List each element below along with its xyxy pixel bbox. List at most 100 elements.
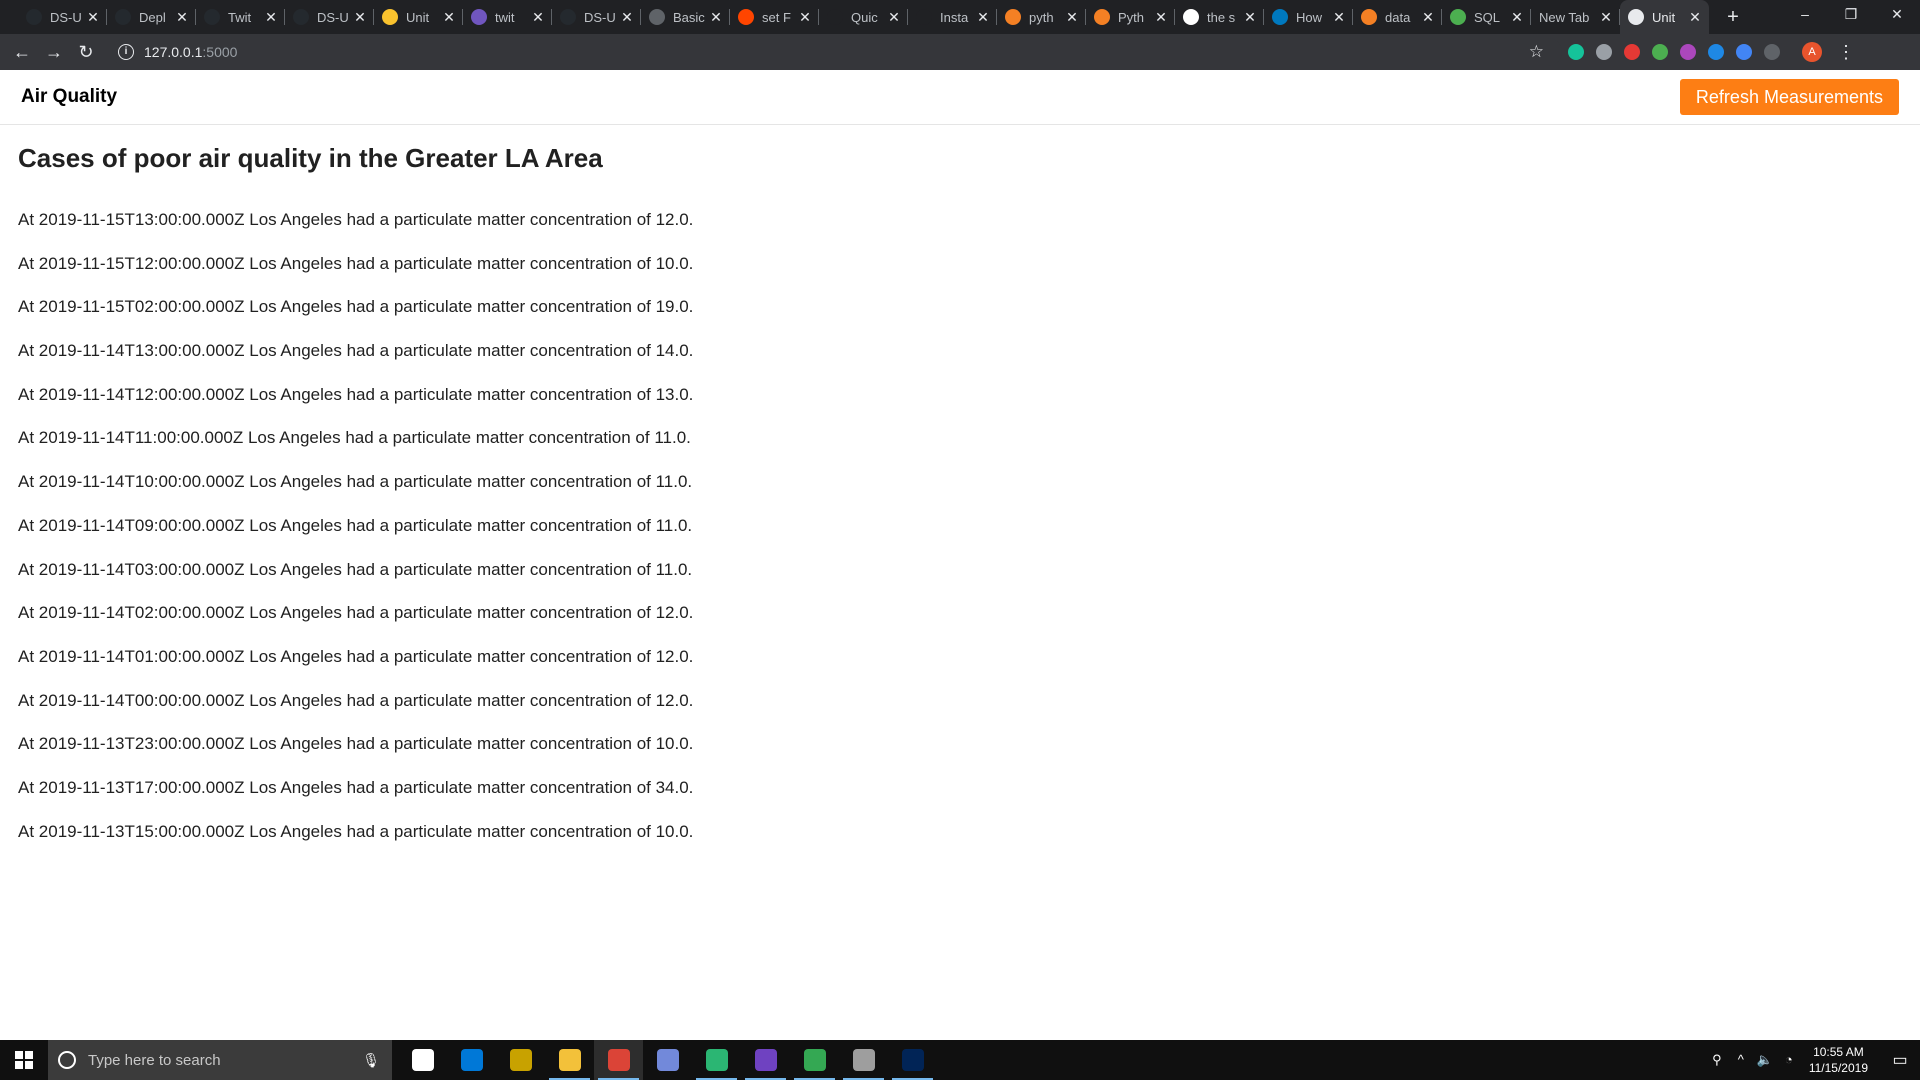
- clock[interactable]: 10:55 AM 11/15/2019: [1809, 1044, 1868, 1076]
- taskbar-app[interactable]: [692, 1040, 741, 1080]
- close-tab-icon[interactable]: ✕: [531, 9, 545, 26]
- translate-icon[interactable]: [1736, 44, 1752, 60]
- measurement-item: At 2019-11-14T02:00:00.000Z Los Angeles …: [18, 603, 694, 623]
- taskbar-app[interactable]: [741, 1040, 790, 1080]
- browser-tab[interactable]: Basic ✕: [641, 0, 730, 34]
- close-window-button[interactable]: ✕: [1874, 0, 1920, 30]
- close-tab-icon[interactable]: ✕: [1599, 9, 1613, 26]
- url-host: 127.0.0.1: [144, 44, 203, 60]
- grammarly-icon[interactable]: [1568, 44, 1584, 60]
- github-icon: [115, 9, 131, 25]
- microphone-icon[interactable]: 🎙: [362, 1052, 380, 1069]
- new-tab-button[interactable]: +: [1717, 6, 1749, 29]
- close-tab-icon[interactable]: ✕: [1243, 9, 1257, 26]
- browser-tab-strip: DS-U ✕ Depl ✕ Twit ✕ DS-U ✕ Unit ✕ twit ✕ DS-U ✕ Basic…: [0, 0, 1920, 34]
- taskbar-app[interactable]: [839, 1040, 888, 1080]
- taskbar-app[interactable]: [447, 1040, 496, 1080]
- people-icon[interactable]: ⚲: [1705, 1052, 1729, 1068]
- close-tab-icon[interactable]: ✕: [1421, 9, 1435, 26]
- doc-ext-icon[interactable]: [1708, 44, 1724, 60]
- measurement-item: At 2019-11-13T23:00:00.000Z Los Angeles …: [18, 734, 694, 754]
- powershell-icon: [901, 1049, 924, 1071]
- volume-icon[interactable]: 🔈: [1753, 1052, 1777, 1068]
- close-tab-icon[interactable]: ✕: [1332, 9, 1346, 26]
- back-button[interactable]: ←: [6, 42, 38, 63]
- tab-title: the s: [1207, 9, 1236, 25]
- github-icon: [204, 9, 220, 25]
- notification-icon[interactable]: ▭: [1880, 1050, 1920, 1070]
- browser-tab[interactable]: Pyth ✕: [1086, 0, 1175, 34]
- browser-tab[interactable]: twit ✕: [463, 0, 552, 34]
- browser-tab[interactable]: DS-U ✕: [18, 0, 107, 34]
- tab-title: DS-U: [584, 9, 616, 25]
- start-button[interactable]: [0, 1040, 48, 1080]
- tab-title: New Tab: [1539, 9, 1590, 25]
- close-tab-icon[interactable]: ✕: [175, 9, 189, 26]
- close-tab-icon[interactable]: ✕: [798, 9, 812, 26]
- browser-tab[interactable]: the s ✕: [1175, 0, 1264, 34]
- wifi-icon[interactable]: ◔: [1777, 1052, 1801, 1068]
- profile-avatar[interactable]: A: [1802, 42, 1822, 62]
- bookmark-star-icon[interactable]: ☆: [1529, 42, 1544, 62]
- browser-tab[interactable]: data ✕: [1353, 0, 1442, 34]
- measurement-item: At 2019-11-14T03:00:00.000Z Los Angeles …: [18, 559, 693, 579]
- dim-ext-icon[interactable]: [1764, 44, 1780, 60]
- refresh-measurements-button[interactable]: Refresh Measurements: [1679, 79, 1899, 115]
- color-wheel-icon[interactable]: [1680, 44, 1696, 60]
- green-ext-icon[interactable]: [1652, 44, 1668, 60]
- site-brand[interactable]: Air Quality: [21, 86, 117, 108]
- site-info-icon[interactable]: i: [118, 44, 134, 60]
- browser-tab[interactable]: Quic ✕: [819, 0, 908, 34]
- address-bar[interactable]: i 127.0.0.1:5000 ☆: [112, 38, 1562, 66]
- main-content: Cases of poor air quality in the Greater…: [0, 125, 1920, 883]
- minimize-button[interactable]: –: [1782, 0, 1828, 30]
- adblock-icon[interactable]: [1624, 44, 1640, 60]
- reddit-icon: [738, 9, 754, 25]
- close-tab-icon[interactable]: ✕: [1154, 9, 1168, 26]
- browser-tab[interactable]: New Tab ✕: [1531, 0, 1620, 34]
- close-tab-icon[interactable]: ✕: [86, 9, 100, 26]
- taskbar-app[interactable]: [594, 1040, 643, 1080]
- close-tab-icon[interactable]: ✕: [620, 9, 634, 26]
- chrome-menu-icon[interactable]: ⋮: [1836, 42, 1856, 63]
- close-tab-icon[interactable]: ✕: [709, 9, 723, 26]
- file-explorer-icon: [558, 1049, 581, 1071]
- close-tab-icon[interactable]: ✕: [442, 9, 456, 26]
- taskbar-app[interactable]: [888, 1040, 937, 1080]
- taskbar-app[interactable]: [643, 1040, 692, 1080]
- browser-tab[interactable]: Insta ✕: [908, 0, 997, 34]
- browser-tab[interactable]: How ✕: [1264, 0, 1353, 34]
- browser-tab[interactable]: pyth ✕: [997, 0, 1086, 34]
- close-tab-icon[interactable]: ✕: [353, 9, 367, 26]
- close-tab-icon[interactable]: ✕: [887, 9, 901, 26]
- taskbar-app[interactable]: [398, 1040, 447, 1080]
- app-purple-icon: [754, 1049, 777, 1071]
- close-tab-icon[interactable]: ✕: [1510, 9, 1524, 26]
- browser-tab[interactable]: Unit ✕: [1620, 0, 1709, 34]
- close-tab-icon[interactable]: ✕: [1688, 9, 1702, 26]
- chevron-up-icon[interactable]: ^: [1729, 1052, 1753, 1068]
- browser-tab[interactable]: SQL ✕: [1442, 0, 1531, 34]
- browser-tab[interactable]: set F ✕: [730, 0, 819, 34]
- browser-tab[interactable]: DS-U ✕: [285, 0, 374, 34]
- taskbar-app[interactable]: [790, 1040, 839, 1080]
- taskbar-app[interactable]: [545, 1040, 594, 1080]
- tab-list: DS-U ✕ Depl ✕ Twit ✕ DS-U ✕ Unit ✕ twit ✕ DS-U ✕ Basic…: [0, 0, 1749, 34]
- tab-title: Basic: [673, 9, 705, 25]
- browser-tab[interactable]: Unit ✕: [374, 0, 463, 34]
- browser-tab[interactable]: DS-U ✕: [552, 0, 641, 34]
- close-tab-icon[interactable]: ✕: [976, 9, 990, 26]
- restore-button[interactable]: ❐: [1828, 0, 1874, 30]
- tab-title: Pyth: [1118, 9, 1145, 25]
- puzzle-icon[interactable]: [1596, 44, 1612, 60]
- browser-tab[interactable]: Depl ✕: [107, 0, 196, 34]
- reload-button[interactable]: ↻: [70, 42, 102, 63]
- browser-tab[interactable]: Twit ✕: [196, 0, 285, 34]
- taskbar-app[interactable]: [496, 1040, 545, 1080]
- tab-title: Twit: [228, 9, 252, 25]
- clock-time: 10:55 AM: [1813, 1045, 1864, 1059]
- close-tab-icon[interactable]: ✕: [1065, 9, 1079, 26]
- forward-button[interactable]: →: [38, 42, 70, 63]
- close-tab-icon[interactable]: ✕: [264, 9, 278, 26]
- taskbar-search-box[interactable]: Type here to search 🎙: [48, 1040, 392, 1080]
